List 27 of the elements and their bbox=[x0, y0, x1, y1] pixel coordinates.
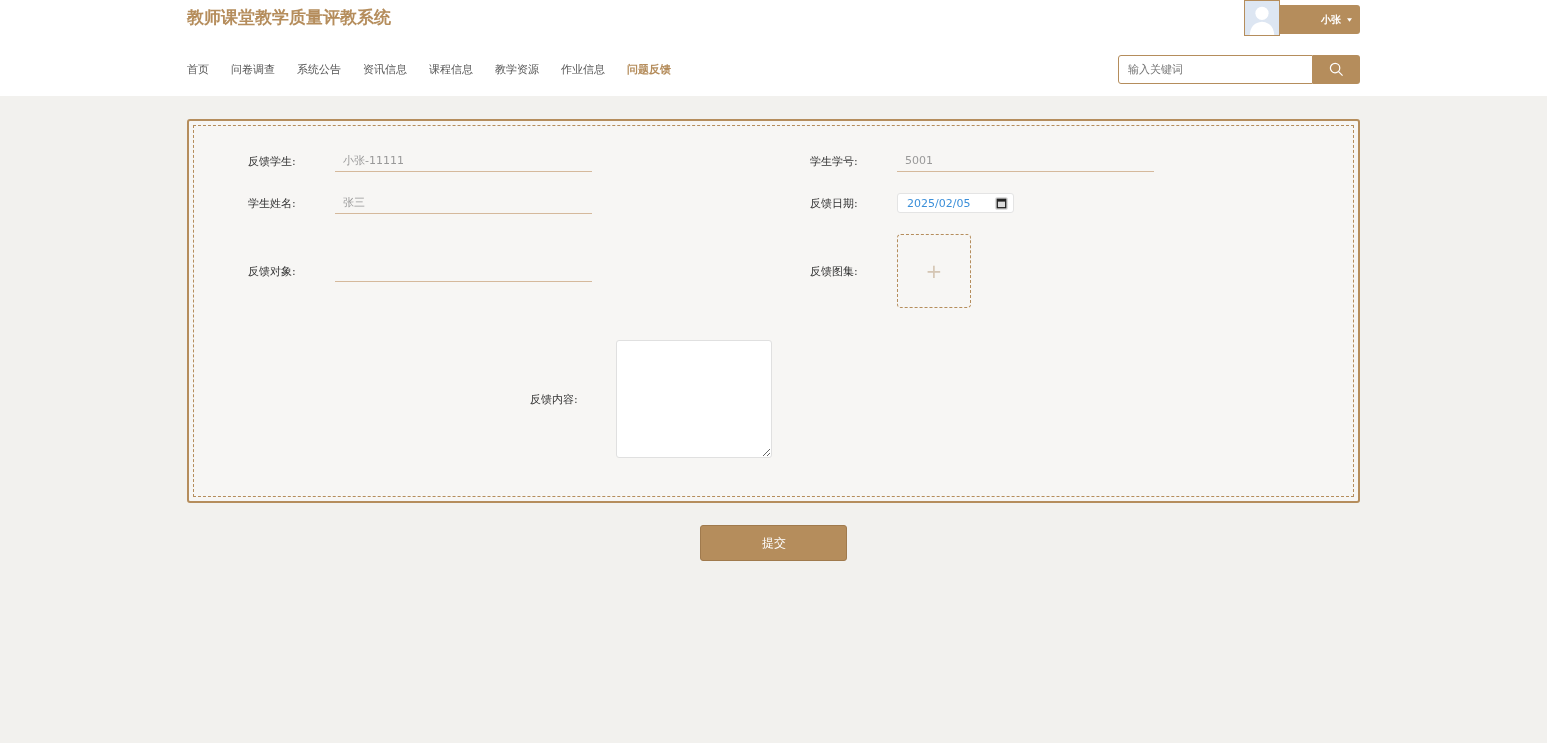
nav-link[interactable]: 资讯信息 bbox=[363, 61, 407, 77]
nav-link[interactable]: 课程信息 bbox=[429, 61, 473, 77]
nav-link[interactable]: 系统公告 bbox=[297, 61, 341, 77]
user-menu-button[interactable]: 小张 bbox=[1280, 5, 1360, 34]
nav-link[interactable]: 作业信息 bbox=[561, 61, 605, 77]
search-button[interactable] bbox=[1313, 54, 1360, 84]
submit-button[interactable]: 提交 bbox=[700, 525, 847, 561]
caret-icon bbox=[1347, 17, 1352, 22]
field-label: 反馈学生: bbox=[248, 153, 297, 169]
field-label: 学生姓名: bbox=[248, 195, 297, 211]
input-field[interactable]: 5001 bbox=[897, 150, 1154, 172]
search-field[interactable]: 输入关键词 bbox=[1118, 54, 1313, 84]
calendar-icon bbox=[994, 195, 1009, 211]
field-label: 学生学号: bbox=[810, 153, 859, 169]
site-title: 教师课堂教学质量评教系统 bbox=[187, 6, 391, 29]
date-field[interactable]: 2025/02/05 bbox=[897, 193, 1014, 213]
nav-link[interactable]: 问卷调查 bbox=[231, 61, 275, 77]
nav-link[interactable]: 问题反馈 bbox=[627, 61, 671, 77]
input-field[interactable]: 小张-11111 bbox=[335, 150, 592, 172]
field-label: 反馈对象: bbox=[248, 263, 297, 279]
nav-link[interactable]: 首页 bbox=[187, 61, 209, 77]
field-label: 反馈日期: bbox=[810, 195, 859, 211]
field-label: 反馈图集: bbox=[810, 263, 859, 279]
nav-link[interactable]: 教学资源 bbox=[495, 61, 539, 77]
search-icon bbox=[1329, 61, 1344, 77]
content-textarea[interactable] bbox=[616, 340, 772, 458]
field-label: 反馈内容: bbox=[530, 391, 579, 407]
